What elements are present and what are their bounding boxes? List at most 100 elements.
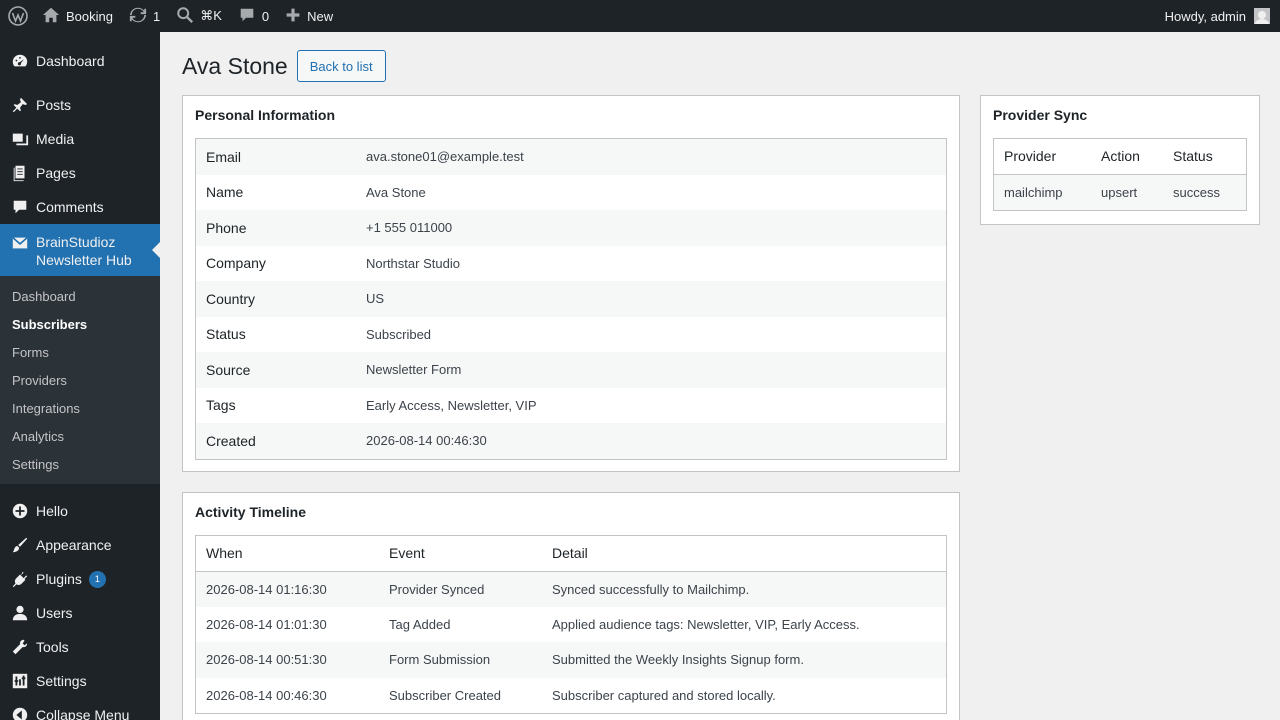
admin-bar: Booking 1 ⌘K 0 New Howdy, admin xyxy=(0,0,1280,32)
cell-detail: Synced successfully to Mailchimp. xyxy=(552,581,750,597)
cell-detail: Submitted the Weekly Insights Signup for… xyxy=(552,652,804,668)
cell-event: Subscriber Created xyxy=(389,687,501,703)
info-row-status: Status Subscribed xyxy=(196,317,946,353)
menu-pages[interactable]: Pages xyxy=(0,156,160,190)
column-header-action: Action xyxy=(1091,139,1163,175)
pin-icon xyxy=(10,95,30,115)
updates-link[interactable]: 1 xyxy=(121,0,168,32)
info-value: Northstar Studio xyxy=(366,255,460,271)
menu-label-current: BrainStudioz Newsletter Hub xyxy=(36,233,132,269)
cell-status: success xyxy=(1173,184,1220,200)
cell-provider: mailchimp xyxy=(1004,184,1063,200)
back-to-list-button[interactable]: Back to list xyxy=(296,50,386,82)
cell-when: 2026-08-14 00:51:30 xyxy=(206,652,327,668)
menu-users[interactable]: Users xyxy=(0,596,160,630)
menu-plugins[interactable]: Plugins 1 xyxy=(0,562,160,596)
plug-icon xyxy=(10,569,30,589)
menu-label: Plugins xyxy=(36,571,82,587)
submenu-item-forms[interactable]: Forms xyxy=(0,339,160,367)
menu-hello[interactable]: Hello xyxy=(0,494,160,528)
menu-media[interactable]: Media xyxy=(0,122,160,156)
info-row-email: Email ava.stone01@example.test xyxy=(196,139,946,175)
table-row: 2026-08-14 00:46:30 Subscriber Created Sub… xyxy=(196,678,946,714)
info-value: Early Access, Newsletter, VIP xyxy=(366,397,537,413)
info-value: Newsletter Form xyxy=(366,362,462,378)
info-key: Phone xyxy=(206,219,247,236)
menu-dashboard[interactable]: Dashboard xyxy=(0,44,160,78)
menu-comments[interactable]: Comments xyxy=(0,190,160,224)
cell-when: 2026-08-14 00:46:30 xyxy=(206,687,327,703)
menu-label-line2: Newsletter Hub xyxy=(36,252,132,268)
new-content-link[interactable]: New xyxy=(277,0,341,32)
user-icon xyxy=(10,603,30,623)
info-key: Created xyxy=(206,432,256,449)
info-row-source: Source Newsletter Form xyxy=(196,352,946,388)
comments-link[interactable]: 0 xyxy=(230,0,277,32)
site-name: Booking xyxy=(66,8,113,24)
info-row-phone: Phone +1 555 011000 xyxy=(196,210,946,246)
info-row-country: Country US xyxy=(196,281,946,317)
cell-detail: Subscriber captured and stored locally. xyxy=(552,687,776,703)
plugins-update-badge: 1 xyxy=(88,570,106,588)
column-header-event: Event xyxy=(379,536,542,572)
menu-brainstudioz-newsletter-hub[interactable]: BrainStudioz Newsletter Hub xyxy=(0,224,160,276)
menu-tools[interactable]: Tools xyxy=(0,630,160,664)
refresh-icon xyxy=(129,6,147,27)
provider-sync-title: Provider Sync xyxy=(993,107,1088,123)
search-icon xyxy=(176,6,194,27)
info-key: Status xyxy=(206,326,246,343)
submenu-item-analytics[interactable]: Analytics xyxy=(0,423,160,451)
menu-settings[interactable]: Settings xyxy=(0,664,160,698)
cell-event: Form Submission xyxy=(389,652,491,668)
cell-action: upsert xyxy=(1101,184,1138,200)
info-key: Tags xyxy=(206,397,236,414)
wordpress-logo-icon[interactable] xyxy=(2,0,34,32)
menu-label: Tools xyxy=(36,639,69,655)
collapse-icon xyxy=(10,705,30,720)
plus-circle-icon xyxy=(10,501,30,521)
search-shortcut[interactable]: ⌘K xyxy=(168,0,230,32)
menu-collapse[interactable]: Collapse Menu xyxy=(0,698,160,720)
table-row: mailchimp upsert success xyxy=(994,174,1246,210)
my-account-link[interactable]: Howdy, admin xyxy=(1157,0,1274,32)
table-row: 2026-08-14 01:01:30 Tag Added Applied audi… xyxy=(196,607,946,643)
info-value: US xyxy=(366,291,385,307)
menu-label-line1: BrainStudioz xyxy=(36,234,116,250)
media-icon xyxy=(10,129,30,149)
table-header-row: Provider Action Status xyxy=(994,139,1246,175)
column-header-when: When xyxy=(196,536,379,572)
submenu-item-settings[interactable]: Settings xyxy=(0,451,160,479)
page-header: Ava Stone Back to list xyxy=(182,50,386,82)
updates-count: 1 xyxy=(152,8,161,24)
personal-information-title: Personal Information xyxy=(195,107,336,123)
info-value: Ava Stone xyxy=(366,184,426,200)
column-header-status: Status xyxy=(1163,139,1246,175)
info-row-created: Created 2026-08-14 00:46:30 xyxy=(196,423,946,459)
submenu-item-subscribers[interactable]: Subscribers xyxy=(0,311,160,339)
activity-timeline-table: When Event Detail 2026-08-14 01:16:30 Pro… xyxy=(195,535,947,714)
info-value: 2026-08-14 00:46:30 xyxy=(366,433,487,449)
cell-detail: Applied audience tags: Newsletter, VIP, … xyxy=(552,616,860,632)
info-value: Subscribed xyxy=(366,326,432,342)
activity-timeline-title: Activity Timeline xyxy=(195,504,307,520)
submenu-item-providers[interactable]: Providers xyxy=(0,367,160,395)
info-value: +1 555 011000 xyxy=(366,220,453,236)
menu-label: Users xyxy=(36,605,73,621)
info-row-tags: Tags Early Access, Newsletter, VIP xyxy=(196,388,946,424)
table-row: 2026-08-14 01:16:30 Provider Synced Synced… xyxy=(196,571,946,607)
settings-icon xyxy=(10,671,30,691)
comment-icon xyxy=(238,6,256,27)
brush-icon xyxy=(10,535,30,555)
page-title: Ava Stone xyxy=(182,52,288,79)
site-name-link[interactable]: Booking xyxy=(34,0,121,32)
comments-count: 0 xyxy=(261,8,270,24)
provider-sync-box: Provider Sync Provider Action Status mai… xyxy=(980,95,1260,225)
avatar xyxy=(1254,8,1270,24)
submenu-item-dashboard[interactable]: Dashboard xyxy=(0,283,160,311)
menu-posts[interactable]: Posts xyxy=(0,88,160,122)
envelope-icon xyxy=(10,233,30,253)
menu-appearance[interactable]: Appearance xyxy=(0,528,160,562)
personal-information-table: Email ava.stone01@example.test Name Ava St… xyxy=(195,138,947,460)
new-label: New xyxy=(307,8,334,24)
submenu-item-integrations[interactable]: Integrations xyxy=(0,395,160,423)
